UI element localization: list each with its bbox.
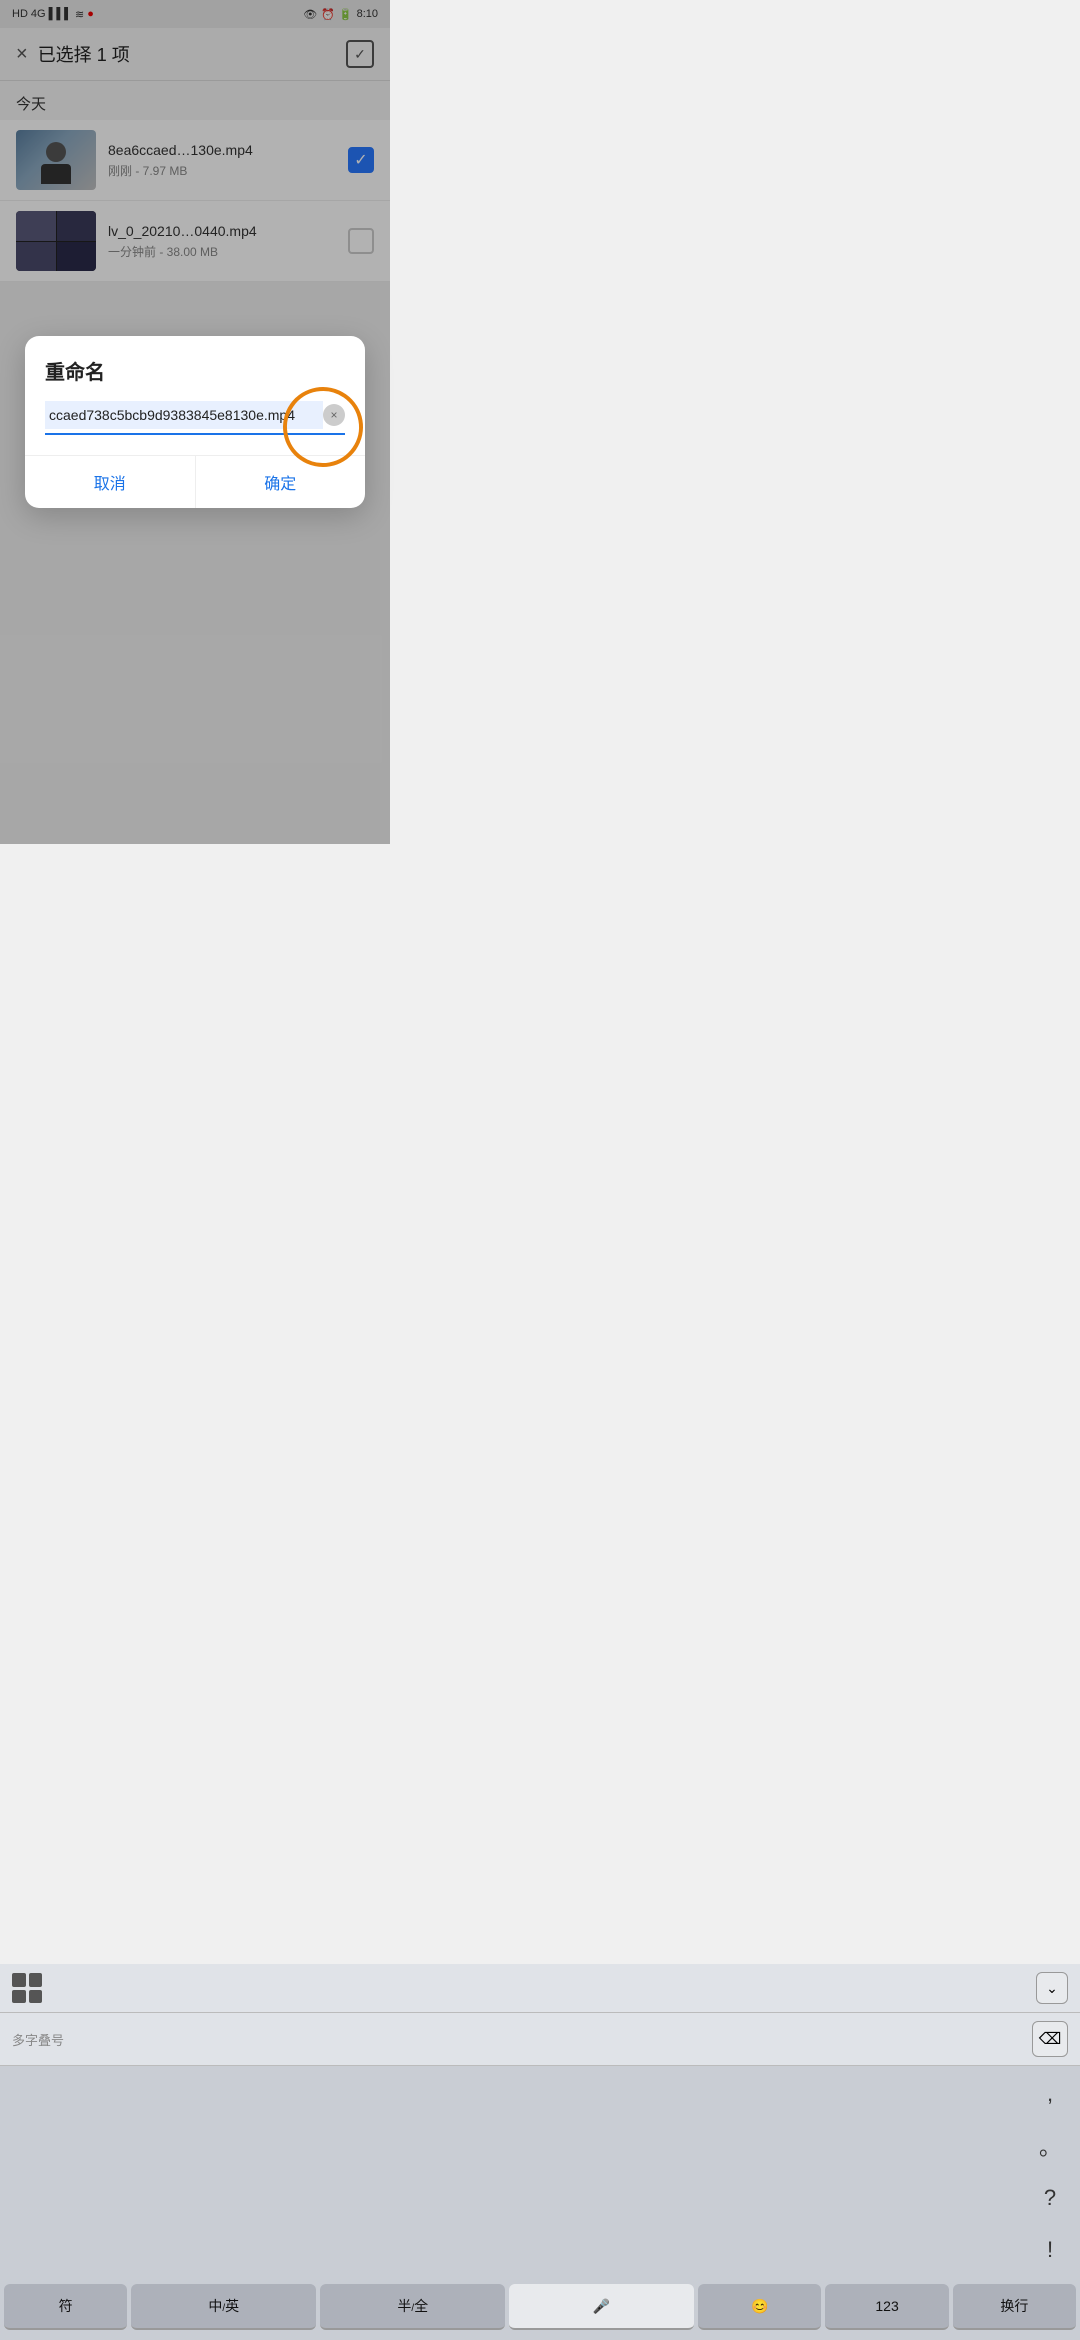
punct-exclamation[interactable]: ! bbox=[1032, 2232, 1068, 2268]
dialog-actions: 取消 确定 bbox=[25, 455, 365, 508]
key-halfwidth[interactable]: 半/全 bbox=[320, 2284, 505, 2330]
confirm-button[interactable]: 确定 bbox=[195, 456, 366, 508]
candidate-row: 多字叠号 ⌫ bbox=[0, 2013, 1080, 2066]
input-clear-button[interactable]: × bbox=[323, 404, 345, 426]
emoji-icon: 😊 bbox=[751, 2298, 768, 2315]
candidate-placeholder: 多字叠号 bbox=[12, 2030, 64, 2049]
punctuation-area: , 。 ? ! bbox=[0, 2066, 1080, 2278]
mic-icon: 🎤 bbox=[593, 2298, 610, 2315]
rename-dialog: 重命名 × 取消 确定 bbox=[25, 336, 365, 508]
keyboard-toolbar: ⌄ bbox=[0, 1964, 1080, 2013]
dialog-input-wrapper: × bbox=[45, 401, 345, 435]
punct-period[interactable]: 。 bbox=[1032, 2128, 1068, 2164]
cancel-button[interactable]: 取消 bbox=[25, 456, 195, 508]
rename-input[interactable] bbox=[45, 401, 323, 429]
key-halfwidth-label: 半/全 bbox=[397, 2296, 428, 2316]
apps-cell-1 bbox=[12, 1973, 26, 1987]
key-123[interactable]: 123 bbox=[825, 2284, 948, 2330]
apps-cell-4 bbox=[29, 1990, 43, 2004]
punct-question[interactable]: ? bbox=[1032, 2180, 1068, 2216]
key-123-label: 123 bbox=[875, 2298, 898, 2314]
key-lang[interactable]: 中/英 bbox=[131, 2284, 316, 2330]
key-enter[interactable]: 换行 bbox=[953, 2284, 1076, 2330]
key-symbol[interactable]: 符 bbox=[4, 2284, 127, 2330]
backspace-button[interactable]: ⌫ bbox=[1032, 2021, 1068, 2057]
dialog-title: 重命名 bbox=[45, 356, 345, 385]
keyboard-container: ⌄ 多字叠号 ⌫ , 。 ? ! 符 中/英 半/全 🎤 😊 123 bbox=[0, 1964, 1080, 2340]
keyboard-apps-button[interactable] bbox=[12, 1973, 42, 2003]
keyboard-bottom-row: 符 中/英 半/全 🎤 😊 123 换行 bbox=[0, 2278, 1080, 2340]
backspace-icon: ⌫ bbox=[1039, 2029, 1062, 2049]
key-enter-label: 换行 bbox=[1000, 2296, 1028, 2316]
key-emoji[interactable]: 😊 bbox=[698, 2284, 821, 2330]
apps-cell-2 bbox=[29, 1973, 43, 1987]
key-mic[interactable]: 🎤 bbox=[509, 2284, 694, 2330]
clear-icon: × bbox=[330, 408, 337, 422]
dialog-overlay: 重命名 × 取消 确定 bbox=[0, 0, 390, 844]
apps-cell-3 bbox=[12, 1990, 26, 2004]
hide-icon: ⌄ bbox=[1046, 1980, 1058, 1997]
punct-comma[interactable]: , bbox=[1032, 2076, 1068, 2112]
keyboard-hide-button[interactable]: ⌄ bbox=[1036, 1972, 1068, 2004]
key-lang-label: 中/英 bbox=[208, 2296, 239, 2316]
key-symbol-label: 符 bbox=[59, 2296, 73, 2316]
